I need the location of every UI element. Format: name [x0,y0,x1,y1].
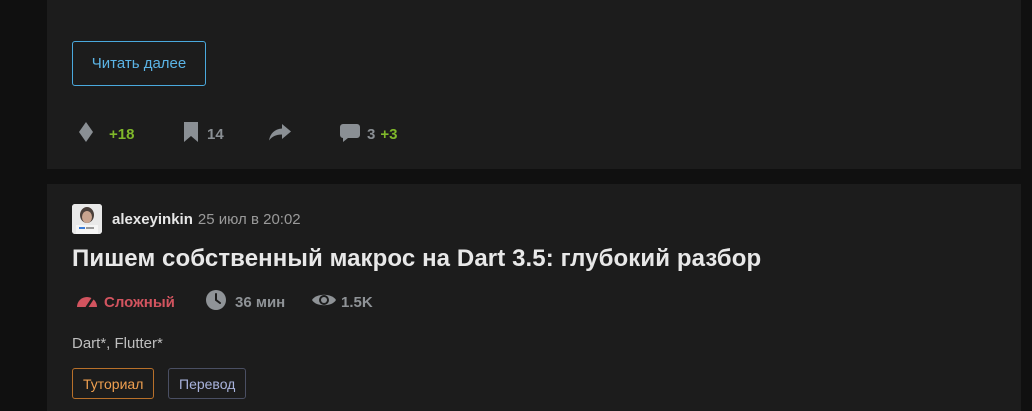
rating-icon [77,121,95,148]
bookmark-counter[interactable]: 14 [183,120,224,148]
label-translation[interactable]: Перевод [168,368,247,399]
eye-icon [311,291,337,314]
views-counter: 1.5K [311,290,373,314]
clock-icon [205,289,227,316]
share-button[interactable] [268,120,292,148]
rating-value: +18 [109,125,135,143]
share-icon [268,122,292,147]
comments-count: 3 [367,125,376,143]
avatar[interactable] [72,204,102,234]
author-username[interactable]: alexeyinkin [112,211,193,228]
new-comments-count: +3 [380,125,398,143]
bookmark-count: 14 [207,125,224,143]
hubs-list[interactable]: Dart*, Flutter* [72,335,163,352]
author-row: alexeyinkin 25 июл в 20:02 [72,204,301,234]
reading-time: 36 мин [205,289,286,316]
publish-date: 25 июл в 20:02 [197,210,301,228]
reading-time-value: 36 мин [235,293,286,311]
difficulty-label: Сложный [104,293,175,311]
bookmark-icon [183,121,199,148]
views-value: 1.5K [341,293,373,311]
difficulty-gauge-icon [75,292,99,313]
previous-article-card: Читать далее +18 14 3 +3 [47,0,1021,169]
rating-counter[interactable]: +18 [77,120,134,148]
comment-icon [339,121,361,148]
read-more-button[interactable]: Читать далее [72,41,206,86]
difficulty-badge: Сложный [75,290,175,314]
comments-counter[interactable]: 3 +3 [339,120,397,148]
article-card: alexeyinkin 25 июл в 20:02 Пишем собстве… [47,184,1021,411]
label-tutorial[interactable]: Туториал [72,368,155,399]
article-title[interactable]: Пишем собственный макрос на Dart 3.5: гл… [72,245,761,273]
